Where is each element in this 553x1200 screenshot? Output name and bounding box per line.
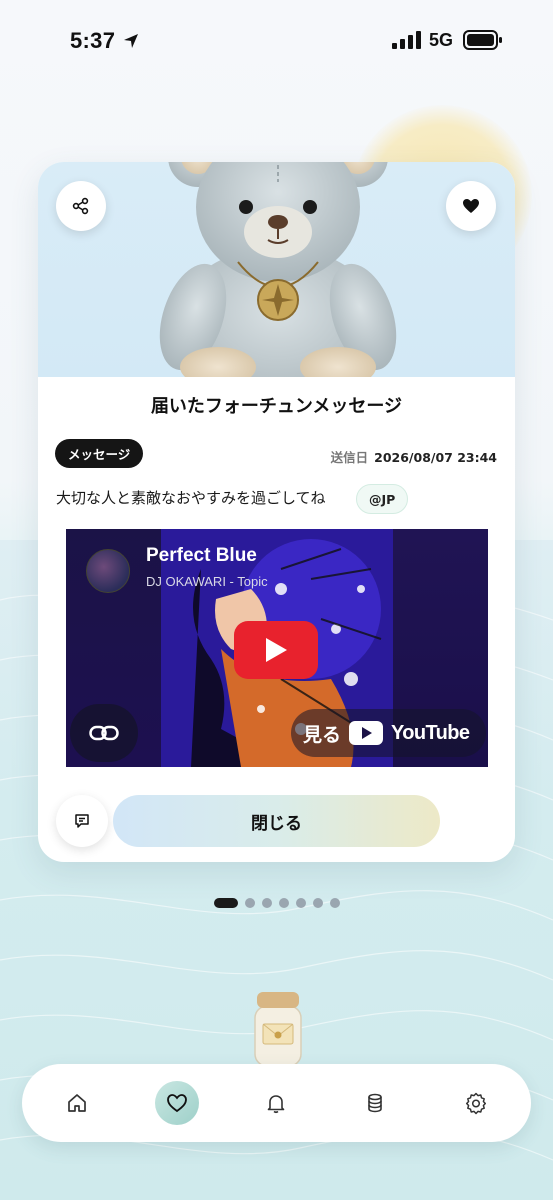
- play-icon: [266, 638, 287, 662]
- channel-avatar[interactable]: [86, 549, 130, 593]
- message-bottle-icon[interactable]: [245, 988, 311, 1068]
- close-button[interactable]: 閉じる: [113, 795, 440, 847]
- play-button[interactable]: [234, 621, 318, 679]
- heart-icon: [167, 1094, 187, 1113]
- message-text: 大切な人と素敵なおやすみを過ごしてね: [56, 489, 326, 507]
- page-dot-4[interactable]: [278, 898, 289, 908]
- video-title[interactable]: Perfect Blue: [146, 545, 257, 567]
- page-dot-3[interactable]: [261, 898, 272, 908]
- share-icon: [72, 197, 89, 215]
- bell-icon: [267, 1095, 285, 1114]
- battery-icon: [463, 30, 502, 50]
- gear-icon: [465, 1092, 487, 1115]
- message-type-badge: メッセージ: [55, 439, 144, 468]
- reply-button[interactable]: [56, 795, 108, 847]
- chat-icon: [75, 814, 89, 828]
- teddy-bear-illustration: [159, 162, 397, 377]
- watch-on-youtube-button[interactable]: 見る YouTube: [291, 709, 486, 757]
- favorite-button[interactable]: [446, 181, 496, 231]
- pagination-dots: [0, 898, 553, 908]
- region-tag: @JP: [356, 484, 409, 514]
- link-icon: [89, 725, 119, 741]
- nav-favorites[interactable]: [155, 1081, 199, 1125]
- page-dot-2[interactable]: [244, 898, 255, 908]
- network-type: 5G: [429, 30, 454, 50]
- status-bar: 5:37 5G: [0, 0, 553, 84]
- youtube-embed[interactable]: Perfect Blue DJ OKAWARI - Topic 見る YouTu…: [66, 529, 488, 767]
- bottom-nav: [22, 1064, 531, 1142]
- heart-filled-icon: [463, 199, 479, 213]
- page-dot-5[interactable]: [295, 898, 306, 908]
- video-channel[interactable]: DJ OKAWARI - Topic: [146, 574, 268, 589]
- nav-database[interactable]: [353, 1081, 397, 1125]
- page-dot-1[interactable]: [213, 898, 238, 908]
- youtube-wordmark: YouTube: [391, 721, 470, 744]
- sent-date: 送信日 2026/08/07 23:44: [331, 447, 497, 466]
- card-title: 届いたフォーチュンメッセージ: [150, 396, 403, 417]
- sent-date-label: 送信日: [330, 450, 369, 465]
- location-arrow-icon: [124, 34, 138, 48]
- nav-notifications[interactable]: [254, 1081, 298, 1125]
- cellular-signal-icon: [392, 31, 421, 49]
- sent-date-value: 2026/08/07 23:44: [374, 450, 497, 465]
- share-button[interactable]: [56, 181, 106, 231]
- page-dot-7[interactable]: [329, 898, 340, 908]
- database-icon: [368, 1093, 382, 1113]
- nav-settings[interactable]: [454, 1081, 498, 1125]
- nav-home[interactable]: [55, 1081, 99, 1125]
- page-dot-6[interactable]: [312, 898, 323, 908]
- home-icon: [68, 1094, 86, 1112]
- watch-label: 見る: [303, 723, 342, 746]
- copy-link-button[interactable]: [70, 704, 138, 762]
- fortune-message-card: 届いたフォーチュンメッセージ メッセージ 送信日 2026/08/07 23:44…: [38, 162, 515, 862]
- youtube-logo-icon: [349, 721, 384, 745]
- status-time: 5:37: [70, 28, 116, 53]
